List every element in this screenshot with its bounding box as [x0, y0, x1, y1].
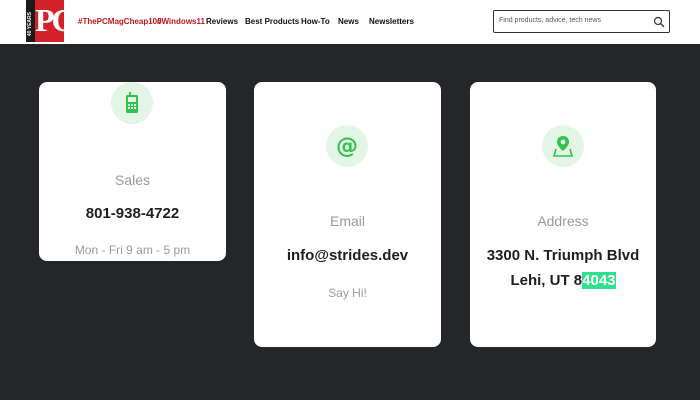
map-pin-icon: [552, 136, 574, 157]
svg-text:@: @: [336, 134, 358, 158]
email-address[interactable]: info@strides.dev: [254, 245, 441, 267]
search-input[interactable]: Find products, advice, tech news: [493, 10, 670, 33]
address-line-2-text: Lehi, UT 8: [510, 272, 583, 289]
sales-label: Sales: [114, 172, 151, 188]
site-header: 40 YEARS PC #ThePCMagCheap100 #Windows11…: [0, 0, 700, 44]
address-line-1: 3300 N. Triumph Blvd: [486, 247, 640, 264]
address-card: Address 3300 N. Triumph Blvd Lehi, UT 84…: [470, 82, 656, 347]
logo-band-text: 40 YEARS: [27, 12, 33, 37]
nav-link-newsletters[interactable]: Newsletters: [369, 17, 414, 26]
sales-icon-badge: [111, 82, 153, 124]
nav-link-best-products[interactable]: Best Products: [245, 17, 299, 26]
nav-link-windows11[interactable]: #Windows11: [157, 17, 205, 26]
pcmag-logo[interactable]: 40 YEARS PC: [26, 0, 75, 42]
nav-link-news[interactable]: News: [338, 17, 359, 26]
sales-card: Sales 801-938-4722 Mon - Fri 9 am - 5 pm: [39, 82, 226, 261]
text-selection-highlight: 4043: [582, 272, 616, 289]
nav-link-cheap100[interactable]: #ThePCMagCheap100: [78, 17, 162, 26]
sales-phone[interactable]: 801-938-4722: [39, 203, 226, 225]
email-card: @ Email info@strides.dev Say Hi!: [254, 82, 441, 347]
logo-text: PC: [35, 2, 75, 38]
email-icon-badge: @: [326, 125, 368, 167]
address-icon-badge: [542, 125, 584, 167]
address-line-2: Lehi, UT 84043: [470, 270, 656, 292]
nav-link-reviews[interactable]: Reviews: [206, 17, 238, 26]
at-sign-icon: @: [336, 134, 358, 158]
logo-anniversary-band: 40 YEARS: [26, 0, 35, 42]
search-icon[interactable]: [653, 16, 665, 28]
phone-icon: [126, 92, 138, 113]
email-label: Email: [329, 213, 365, 229]
email-note: Say Hi!: [328, 286, 367, 300]
search-placeholder: Find products, advice, tech news: [499, 17, 601, 24]
sales-hours: Mon - Fri 9 am - 5 pm: [74, 243, 191, 257]
address-label: Address: [537, 213, 589, 229]
nav-link-how-to[interactable]: How-To: [301, 17, 330, 26]
